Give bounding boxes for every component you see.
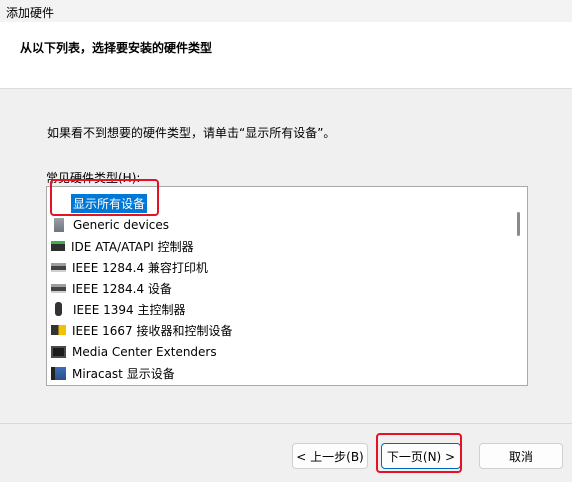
list-item-label: 显示所有设备 (71, 193, 148, 213)
list-item-label: IDE ATA/ATAPI 控制器 (71, 239, 194, 254)
list-item-label: IEEE 1394 主控制器 (73, 302, 186, 317)
list-item-ide-controller[interactable]: IDE ATA/ATAPI 控制器 (51, 236, 196, 256)
footer-divider (0, 423, 572, 424)
hardware-type-list[interactable]: 显示所有设备 Generic devices IDE ATA/ATAPI 控制器… (46, 186, 528, 386)
list-item-miracast-display[interactable]: Miracast 显示设备 (51, 363, 177, 383)
generic-device-icon (54, 218, 64, 232)
display-all-devices-icon (51, 195, 67, 211)
list-item-label: IEEE 1667 接收器和控制设备 (72, 323, 233, 338)
printer-icon (51, 262, 66, 272)
list-item-ieee1284-device[interactable]: IEEE 1284.4 设备 (51, 278, 174, 298)
list-item-label: IEEE 1284.4 兼容打印机 (72, 260, 208, 275)
list-item-media-center-extenders[interactable]: Media Center Extenders (51, 342, 219, 362)
instruction-text: 如果看不到想要的硬件类型，请单击“显示所有设备”。 (47, 126, 336, 140)
media-center-extender-icon (51, 346, 66, 358)
hardware-type-list-label: 常见硬件类型(H): (46, 171, 141, 185)
printer-device-icon (51, 283, 66, 293)
ieee1667-device-icon (51, 325, 66, 335)
back-button[interactable]: < 上一步(B) (292, 443, 368, 469)
ide-controller-icon (51, 241, 65, 251)
list-item-ieee1394-controller[interactable]: IEEE 1394 主控制器 (51, 299, 187, 319)
list-item-label: Miracast 显示设备 (72, 366, 175, 381)
list-item-label: Media Center Extenders (72, 345, 217, 359)
next-button[interactable]: 下一页(N) > (381, 443, 461, 469)
list-item-ieee1667-device[interactable]: IEEE 1667 接收器和控制设备 (51, 320, 234, 340)
page-heading: 从以下列表，选择要安装的硬件类型 (20, 41, 213, 55)
usb-controller-icon (55, 302, 62, 316)
list-scrollbar[interactable] (512, 188, 526, 384)
cancel-button[interactable]: 取消 (479, 443, 563, 469)
list-item-ieee1284-printer[interactable]: IEEE 1284.4 兼容打印机 (51, 257, 210, 277)
window-title: 添加硬件 (6, 6, 55, 20)
title-bar: 添加硬件 (0, 0, 572, 22)
scrollbar-thumb[interactable] (517, 212, 520, 236)
wizard-header: 从以下列表，选择要安装的硬件类型 (0, 22, 572, 89)
list-item-generic-devices[interactable]: Generic devices (51, 215, 171, 235)
list-item-label: Generic devices (73, 218, 170, 232)
list-item-show-all-devices[interactable]: 显示所有设备 (51, 193, 148, 213)
miracast-display-icon (51, 366, 66, 380)
list-item-label: IEEE 1284.4 设备 (72, 281, 172, 296)
